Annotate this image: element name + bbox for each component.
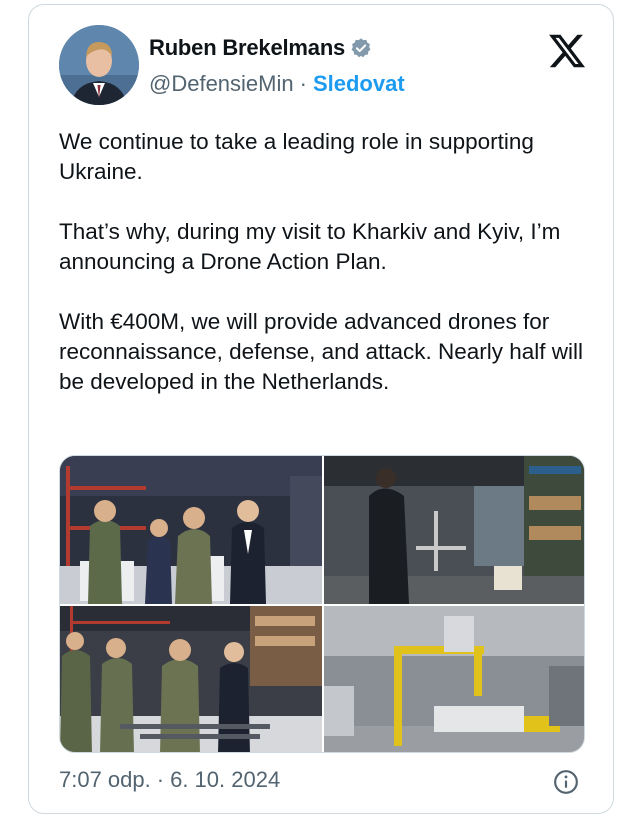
author-handle[interactable]: @DefensieMin bbox=[149, 71, 294, 97]
photo-drone-facility[interactable] bbox=[324, 456, 584, 604]
info-icon[interactable] bbox=[553, 769, 579, 795]
avatar[interactable] bbox=[59, 25, 139, 105]
verified-badge-icon bbox=[351, 38, 371, 58]
photo-officials-inspecting-drones[interactable] bbox=[60, 606, 322, 752]
follow-button[interactable]: Sledovat bbox=[313, 71, 405, 97]
x-logo-icon[interactable] bbox=[547, 31, 587, 71]
author-name-row: Ruben Brekelmans bbox=[149, 35, 372, 61]
avatar-image bbox=[59, 25, 139, 105]
tweet-paragraph: That’s why, during my visit to Kharkiv a… bbox=[59, 219, 561, 274]
photo-officials-in-workshop[interactable] bbox=[60, 456, 322, 604]
tweet-time[interactable]: 7:07 odp. bbox=[59, 767, 151, 793]
tweet-paragraph: We continue to take a leading role in su… bbox=[59, 129, 534, 184]
media-grid bbox=[59, 455, 585, 753]
tweet-date[interactable]: 6. 10. 2024 bbox=[170, 767, 280, 793]
photo-drone-lab-equipment[interactable] bbox=[324, 606, 584, 752]
tweet-paragraph: With €400M, we will provide advanced dro… bbox=[59, 309, 584, 394]
tweet-footer: 7:07 odp. · 6. 10. 2024 bbox=[59, 767, 280, 793]
separator: · bbox=[156, 767, 165, 792]
author-sub-row: @DefensieMin · Sledovat bbox=[149, 71, 405, 97]
tweet-text: We continue to take a leading role in su… bbox=[59, 127, 594, 397]
author-name[interactable]: Ruben Brekelmans bbox=[149, 35, 345, 61]
tweet-card: Ruben Brekelmans @DefensieMin · Sledovat… bbox=[28, 4, 614, 814]
separator: · bbox=[299, 71, 307, 96]
